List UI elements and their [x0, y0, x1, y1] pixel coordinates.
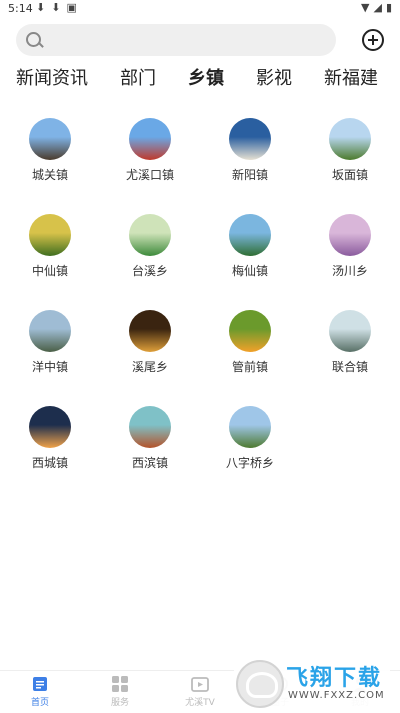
tab-departments[interactable]: 部门	[120, 64, 156, 90]
nav-home[interactable]: 首页	[10, 675, 70, 708]
town-label: 台溪乡	[131, 264, 168, 278]
town-thumbnail	[229, 406, 271, 448]
town-label: 管前镇	[231, 360, 268, 374]
home-icon	[31, 675, 49, 693]
town-item[interactable]: 中仙镇	[0, 210, 100, 306]
town-item[interactable]: 新阳镇	[200, 114, 300, 210]
town-thumbnail	[29, 406, 71, 448]
town-item[interactable]: 管前镇	[200, 306, 300, 402]
town-label: 坂面镇	[331, 168, 368, 182]
search-row	[0, 22, 400, 58]
town-item[interactable]: 西滨镇	[100, 402, 200, 498]
town-thumbnail	[129, 406, 171, 448]
town-label: 联合镇	[331, 360, 368, 374]
town-thumbnail	[129, 310, 171, 352]
nav-label: 尤溪TV	[185, 698, 215, 708]
nav-label: 服务	[110, 698, 129, 708]
town-thumbnail	[329, 214, 371, 256]
watermark-title: 飞翔下载	[286, 666, 383, 691]
search-box[interactable]	[16, 24, 336, 58]
grid-icon	[111, 675, 129, 693]
download-icon: ⬇	[51, 1, 61, 14]
signal-icon: ◢	[373, 1, 382, 14]
town-item[interactable]: 汤川乡	[300, 210, 400, 306]
town-label: 八字桥乡	[225, 456, 274, 470]
status-time: 5:14	[8, 2, 33, 15]
town-item[interactable]: 台溪乡	[100, 210, 200, 306]
town-label: 中仙镇	[31, 264, 68, 278]
town-thumbnail	[129, 118, 171, 160]
nav-services[interactable]: 服务	[90, 675, 150, 708]
tab-new-fujian[interactable]: 新福建	[324, 64, 378, 90]
town-thumbnail	[29, 310, 71, 352]
battery-icon: ▮	[385, 1, 392, 14]
category-tabs: 新闻资讯 部门 乡镇 影视 新福建	[0, 64, 400, 98]
town-label: 溪尾乡	[131, 360, 168, 374]
status-right-icons: ▼ ◢ ▮	[361, 1, 392, 14]
town-item[interactable]: 洋中镇	[0, 306, 100, 402]
town-thumbnail	[29, 214, 71, 256]
town-label: 尤溪口镇	[125, 168, 174, 182]
town-label: 汤川乡	[331, 264, 368, 278]
download-icon: ⬇	[36, 1, 46, 14]
tab-news[interactable]: 新闻资讯	[16, 64, 88, 90]
notification-icon: ▣	[66, 1, 77, 14]
status-left-icons: ⬇ ⬇ ▣	[36, 1, 77, 14]
town-item[interactable]: 西城镇	[0, 402, 100, 498]
town-item[interactable]: 坂面镇	[300, 114, 400, 210]
video-icon	[191, 675, 209, 693]
search-input[interactable]	[48, 24, 322, 58]
town-thumbnail	[229, 310, 271, 352]
town-thumbnail	[229, 118, 271, 160]
town-label: 城关镇	[31, 168, 68, 182]
town-item[interactable]: 八字桥乡	[200, 402, 300, 498]
nav-label: 首页	[30, 698, 49, 708]
status-bar: 5:14 ⬇ ⬇ ▣ ▼ ◢ ▮	[0, 0, 400, 18]
add-button[interactable]	[362, 29, 384, 51]
town-label: 西滨镇	[131, 456, 168, 470]
town-label: 梅仙镇	[231, 264, 268, 278]
town-item[interactable]: 尤溪口镇	[100, 114, 200, 210]
town-thumbnail	[229, 214, 271, 256]
watermark: 飞翔下载 WWW.FXXZ.COM	[234, 658, 390, 708]
town-item[interactable]: 城关镇	[0, 114, 100, 210]
nav-tv[interactable]: 尤溪TV	[170, 675, 230, 708]
town-thumbnail	[329, 118, 371, 160]
town-item[interactable]: 梅仙镇	[200, 210, 300, 306]
watermark-logo-icon	[236, 660, 284, 708]
town-thumbnail	[129, 214, 171, 256]
town-thumbnail	[29, 118, 71, 160]
search-icon	[26, 32, 41, 47]
town-item[interactable]: 溪尾乡	[100, 306, 200, 402]
town-thumbnail	[329, 310, 371, 352]
tab-towns[interactable]: 乡镇	[188, 64, 224, 90]
town-item[interactable]: 联合镇	[300, 306, 400, 402]
town-label: 新阳镇	[231, 168, 268, 182]
watermark-url: WWW.FXXZ.COM	[288, 690, 385, 701]
tab-video[interactable]: 影视	[256, 64, 292, 90]
wifi-icon: ▼	[361, 1, 370, 14]
town-label: 洋中镇	[31, 360, 68, 374]
town-label: 西城镇	[31, 456, 68, 470]
